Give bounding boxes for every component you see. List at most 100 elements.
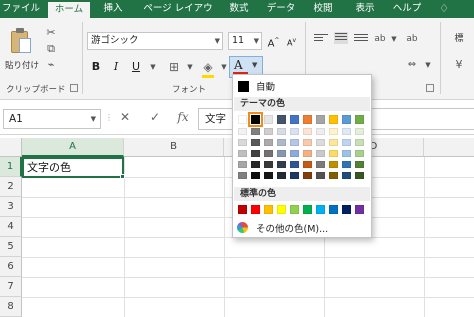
theme-color-swatch[interactable] [316, 115, 325, 124]
scissors-icon[interactable]: ✂ [44, 26, 58, 39]
theme-tint-swatch[interactable] [264, 128, 273, 135]
merge-center-icon[interactable]: ⇔ [404, 56, 420, 74]
standard-color-swatch[interactable] [264, 205, 273, 214]
theme-tint-swatch[interactable] [251, 128, 260, 135]
standard-color-swatch[interactable] [303, 205, 312, 214]
theme-tint-swatch[interactable] [290, 139, 299, 146]
standard-color-swatch[interactable] [329, 205, 338, 214]
more-colors-option[interactable]: その他の色(M)... [234, 219, 370, 237]
column-header-e[interactable] [424, 138, 474, 157]
shrink-font-button[interactable]: Av [284, 32, 299, 50]
row-header-2[interactable]: 2 [0, 177, 22, 197]
standard-color-swatch[interactable] [251, 205, 260, 214]
insert-function-icon[interactable]: fx [176, 110, 190, 124]
theme-tint-swatch[interactable] [355, 172, 364, 179]
column-header-b[interactable]: B [124, 138, 224, 157]
theme-tint-swatch[interactable] [355, 139, 364, 146]
theme-color-swatch[interactable] [303, 115, 312, 124]
theme-tint-swatch[interactable] [277, 150, 286, 157]
theme-tint-swatch[interactable] [303, 172, 312, 179]
row-header-6[interactable]: 6 [0, 257, 22, 277]
tab-help[interactable]: ヘルプ [392, 0, 422, 18]
theme-tint-swatch[interactable] [277, 172, 286, 179]
theme-tint-swatch[interactable] [251, 161, 260, 168]
lightbulb-icon[interactable]: ♢ [436, 0, 452, 18]
enter-icon[interactable]: ✓ [148, 110, 162, 124]
theme-color-swatch[interactable] [355, 115, 364, 124]
clipboard-launcher-icon[interactable] [70, 84, 78, 92]
theme-tint-swatch[interactable] [277, 139, 286, 146]
theme-tint-swatch[interactable] [251, 139, 260, 146]
underline-button[interactable]: U [128, 58, 144, 76]
theme-color-swatch[interactable] [264, 115, 273, 124]
column-header-a[interactable]: A [22, 138, 124, 157]
theme-tint-swatch[interactable] [290, 161, 299, 168]
select-all-corner[interactable] [0, 138, 22, 157]
theme-tint-swatch[interactable] [238, 139, 247, 146]
borders-icon[interactable]: ⊞ [166, 58, 182, 76]
format-painter-icon[interactable]: ⌁ [44, 58, 58, 71]
font-name-dropdown[interactable]: 游ゴシック ▼ [87, 32, 223, 50]
tab-page-layout[interactable]: ページ レイアウト [140, 0, 216, 32]
alignment-launcher-icon[interactable] [426, 84, 434, 92]
theme-tint-swatch[interactable] [342, 172, 351, 179]
theme-tint-swatch[interactable] [264, 172, 273, 179]
theme-color-swatch[interactable] [342, 115, 351, 124]
theme-tint-swatch[interactable] [238, 172, 247, 179]
chevron-down-icon[interactable]: ▼ [145, 58, 161, 76]
theme-color-swatch[interactable] [290, 115, 299, 124]
name-box[interactable]: A1 ▼ [3, 109, 101, 129]
row-header-1[interactable]: 1 [0, 157, 22, 177]
theme-tint-swatch[interactable] [329, 150, 338, 157]
row-header-7[interactable]: 7 [0, 277, 22, 297]
currency-icon[interactable]: ¥ [448, 56, 470, 74]
theme-color-swatch[interactable] [248, 112, 263, 127]
theme-tint-swatch[interactable] [329, 139, 338, 146]
standard-color-swatch[interactable] [316, 205, 325, 214]
theme-tint-swatch[interactable] [316, 150, 325, 157]
theme-tint-swatch[interactable] [342, 161, 351, 168]
formula-bar-grip-icon[interactable]: ⋮ [105, 113, 113, 122]
paste-icon[interactable] [8, 28, 32, 56]
number-format-dropdown[interactable]: 標 [448, 30, 470, 48]
wrap-text-icon[interactable]: ab [404, 30, 420, 48]
tab-data[interactable]: データ [262, 0, 300, 18]
grow-font-button[interactable]: A^ [266, 32, 281, 50]
fill-color-icon[interactable]: ◈ [200, 58, 216, 76]
copy-icon[interactable]: ⧉ [44, 42, 58, 55]
cell-a1[interactable]: 文字の色 [22, 157, 124, 178]
bold-button[interactable]: B [88, 58, 104, 76]
theme-tint-swatch[interactable] [316, 139, 325, 146]
tab-review[interactable]: 校閲 [308, 0, 338, 18]
theme-color-swatch[interactable] [329, 115, 338, 124]
font-size-dropdown[interactable]: 11 ▼ [228, 32, 262, 50]
theme-tint-swatch[interactable] [290, 128, 299, 135]
theme-tint-swatch[interactable] [277, 161, 286, 168]
theme-tint-swatch[interactable] [303, 139, 312, 146]
theme-tint-swatch[interactable] [355, 150, 364, 157]
theme-tint-swatch[interactable] [342, 150, 351, 157]
theme-tint-swatch[interactable] [290, 172, 299, 179]
align-top-icon[interactable] [314, 34, 328, 46]
automatic-color-option[interactable]: 自動 [234, 77, 370, 95]
theme-tint-swatch[interactable] [290, 150, 299, 157]
theme-tint-swatch[interactable] [316, 128, 325, 135]
italic-button[interactable]: I [108, 58, 124, 76]
theme-tint-swatch[interactable] [342, 139, 351, 146]
tab-view[interactable]: 表示 [350, 0, 380, 18]
row-header-3[interactable]: 3 [0, 197, 22, 217]
theme-tint-swatch[interactable] [303, 128, 312, 135]
tab-formulas[interactable]: 数式 [224, 0, 254, 18]
chevron-down-icon[interactable]: ▼ [182, 58, 198, 76]
theme-tint-swatch[interactable] [355, 128, 364, 135]
theme-tint-swatch[interactable] [329, 172, 338, 179]
theme-tint-swatch[interactable] [238, 128, 247, 135]
theme-tint-swatch[interactable] [329, 161, 338, 168]
theme-tint-swatch[interactable] [303, 161, 312, 168]
standard-color-swatch[interactable] [277, 205, 286, 214]
theme-tint-swatch[interactable] [238, 150, 247, 157]
theme-tint-swatch[interactable] [264, 150, 273, 157]
theme-tint-swatch[interactable] [238, 161, 247, 168]
theme-tint-swatch[interactable] [303, 150, 312, 157]
fill-handle[interactable] [120, 174, 125, 179]
